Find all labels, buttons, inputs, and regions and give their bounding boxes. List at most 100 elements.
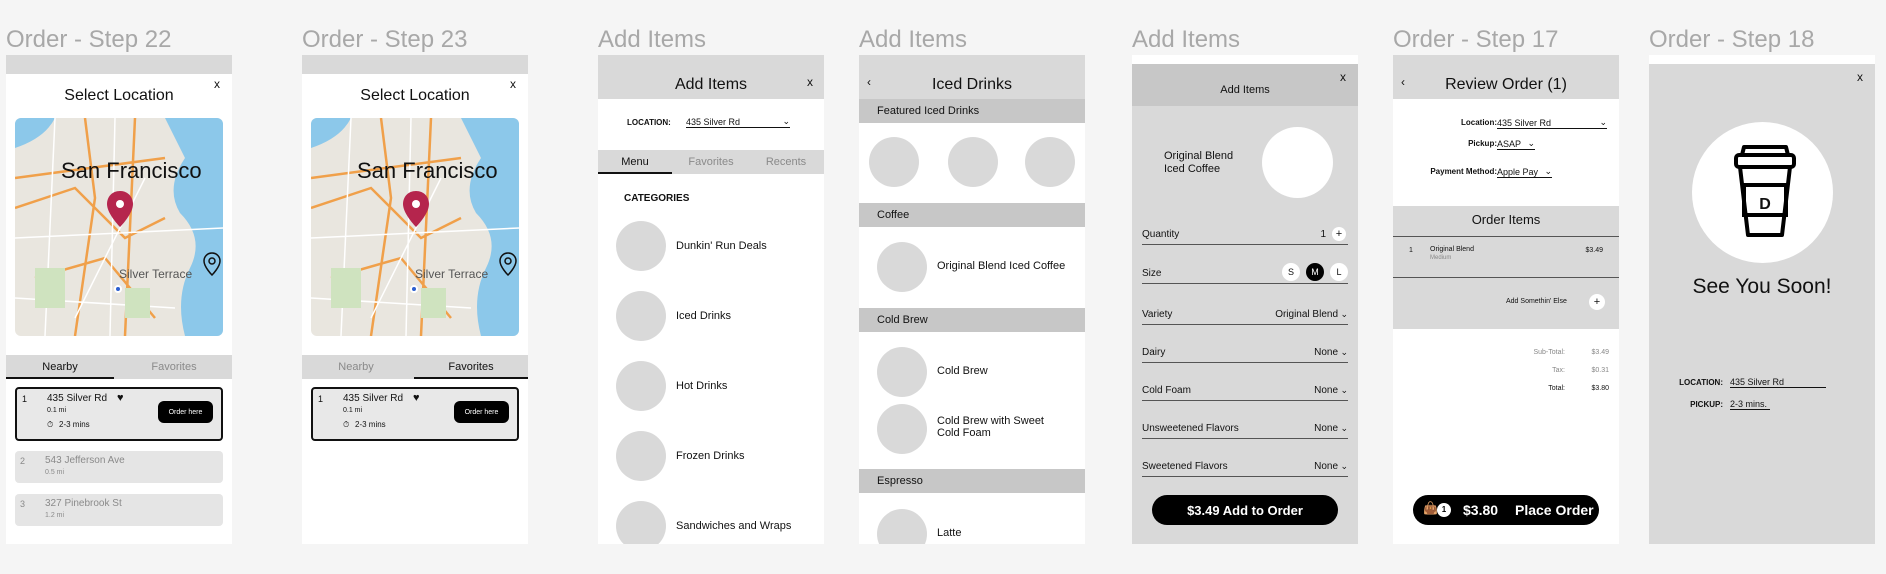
map-view[interactable]: San Francisco Silver Terrace [311, 118, 519, 336]
location-distance: 0.5 mi [45, 469, 65, 476]
map-pin-outline-icon[interactable] [203, 252, 221, 276]
location-card[interactable]: 3 327 Pinebrook St 1.2 mi [15, 494, 223, 526]
order-item-number: 1 [1409, 247, 1413, 254]
map-pin-icon[interactable] [403, 191, 429, 227]
pickup-select-value: ASAP [1497, 138, 1522, 149]
variety-value: Original Blend [1275, 309, 1338, 320]
map-pin-icon[interactable] [107, 191, 133, 227]
page-title: Add Items [1220, 84, 1270, 96]
chevron-down-icon: ⌄ [1599, 117, 1607, 127]
tab-nearby[interactable]: Nearby [302, 355, 410, 379]
close-button[interactable]: x [807, 75, 813, 89]
map-city-label: San Francisco [357, 158, 498, 183]
frame-title-step-18: Order - Step 18 [1649, 26, 1815, 53]
tab-recents[interactable]: Recents [748, 150, 824, 174]
pickup-select[interactable]: ASAP ⌄ [1497, 138, 1535, 150]
category-image [616, 431, 666, 481]
order-here-button[interactable]: Order here [454, 401, 509, 423]
location-card-selected[interactable]: 1 435 Silver Rd ♥ 0.1 mi ⏱ 2-3 mins Orde… [311, 387, 519, 441]
category-item[interactable]: Hot Drinks [616, 361, 824, 411]
location-name: 435 Silver Rd [343, 393, 404, 404]
frame-order-step-23: Select Location x San Francisco Silver T… [302, 55, 528, 544]
location-select[interactable]: 435 Silver Rd ⌄ [1497, 117, 1607, 129]
pickup-value: 2-3 mins. [1730, 399, 1770, 410]
tax-label: Tax: [1552, 367, 1565, 374]
dairy-row[interactable]: Dairy None ⌄ [1142, 343, 1348, 363]
pickup-field-label: Pickup: [1468, 139, 1497, 148]
location-name: 543 Jefferson Ave [45, 455, 125, 466]
location-select[interactable]: 435 Silver Rd ⌄ [686, 116, 790, 128]
map-city-label: San Francisco [61, 158, 202, 183]
location-label: LOCATION: [627, 118, 671, 127]
unsweetened-flavors-row[interactable]: Unsweetened Flavors None ⌄ [1142, 419, 1348, 439]
cup-letter: D [1759, 196, 1771, 213]
tab-nearby[interactable]: Nearby [6, 355, 114, 379]
location-number: 1 [22, 394, 28, 404]
status-strip [1132, 55, 1358, 64]
page-title: Select Location [64, 87, 174, 104]
cold-foam-row[interactable]: Cold Foam None ⌄ [1142, 381, 1348, 401]
close-button[interactable]: x [1340, 70, 1346, 84]
map-view[interactable]: San Francisco Silver Terrace [15, 118, 223, 336]
frame-product-detail: Add Items x Original Blend Iced Coffee Q… [1132, 55, 1358, 544]
section-coffee: Coffee [859, 203, 1085, 227]
size-option-l[interactable]: L [1330, 263, 1348, 281]
tab-favorites[interactable]: Favorites [414, 355, 528, 379]
tab-favorites[interactable]: Favorites [118, 355, 230, 379]
chevron-down-icon: ⌄ [1340, 461, 1348, 471]
order-item-price: $3.49 [1585, 247, 1603, 254]
add-something-else-button[interactable]: + [1589, 294, 1605, 310]
quantity-plus-button[interactable]: + [1332, 227, 1346, 241]
location-card-selected[interactable]: 1 435 Silver Rd ♥ 0.1 mi ⏱ 2-3 mins Orde… [15, 387, 223, 441]
category-label: Dunkin' Run Deals [676, 240, 767, 252]
category-item[interactable]: Dunkin' Run Deals [616, 221, 824, 271]
location-card[interactable]: 2 543 Jefferson Ave 0.5 mi [15, 451, 223, 483]
tab-favorites[interactable]: Favorites [674, 150, 748, 174]
map-pin-outline-icon[interactable] [499, 252, 517, 276]
drink-item[interactable]: Latte [877, 509, 1085, 544]
payment-select[interactable]: Apple Pay ⌄ [1497, 166, 1552, 178]
featured-drink-image[interactable] [869, 137, 919, 187]
place-order-button[interactable]: 👜 1 $3.80 Place Order [1413, 495, 1599, 525]
place-order-label: Place Order [1515, 502, 1594, 518]
drink-image [877, 347, 927, 397]
close-button[interactable]: x [1857, 70, 1863, 84]
order-here-button[interactable]: Order here [158, 401, 213, 423]
add-to-order-button[interactable]: $3.49 Add to Order [1152, 495, 1338, 525]
category-label: Sandwiches and Wraps [676, 520, 792, 532]
featured-drink-image[interactable] [948, 137, 998, 187]
cold-foam-label: Cold Foam [1142, 385, 1191, 396]
current-location-icon [410, 285, 418, 293]
drink-item[interactable]: Original Blend Iced Coffee [877, 242, 1085, 292]
heart-icon[interactable]: ♥ [117, 392, 124, 404]
close-button[interactable]: x [510, 77, 516, 91]
subtotal-value: $3.49 [1591, 349, 1609, 356]
drink-item[interactable]: Cold Brew [877, 347, 1085, 397]
order-items-heading: Order Items [1471, 212, 1541, 227]
size-option-s[interactable]: S [1282, 263, 1300, 281]
category-item[interactable]: Sandwiches and Wraps [616, 501, 824, 544]
tab-menu[interactable]: Menu [598, 150, 672, 174]
quantity-value: 1 [1320, 229, 1326, 240]
status-bar [6, 55, 232, 74]
bag-count-badge: 1 [1437, 503, 1451, 517]
close-button[interactable]: x [214, 77, 220, 91]
drink-item[interactable]: Cold Brew with Sweet Cold Foam [877, 404, 1085, 454]
category-item[interactable]: Iced Drinks [616, 291, 824, 341]
size-option-m[interactable]: M [1306, 263, 1324, 281]
quantity-label: Quantity [1142, 229, 1180, 240]
current-location-icon [114, 285, 122, 293]
order-item-row[interactable]: 1 Original Blend Medium $3.49 [1393, 237, 1619, 277]
category-item[interactable]: Frozen Drinks [616, 431, 824, 481]
variety-row[interactable]: Variety Original Blend ⌄ [1142, 305, 1348, 325]
sweetened-flavors-row[interactable]: Sweetened Flavors None ⌄ [1142, 457, 1348, 477]
product-name: Original Blend Iced Coffee [1164, 150, 1234, 175]
order-item-size: Medium [1430, 255, 1452, 261]
drink-image [877, 404, 927, 454]
featured-drink-image[interactable] [1025, 137, 1075, 187]
heart-icon[interactable]: ♥ [413, 392, 420, 404]
location-name: 435 Silver Rd [47, 393, 108, 404]
category-image [616, 221, 666, 271]
chevron-down-icon: ⌄ [1544, 166, 1552, 176]
drink-image [877, 242, 927, 292]
